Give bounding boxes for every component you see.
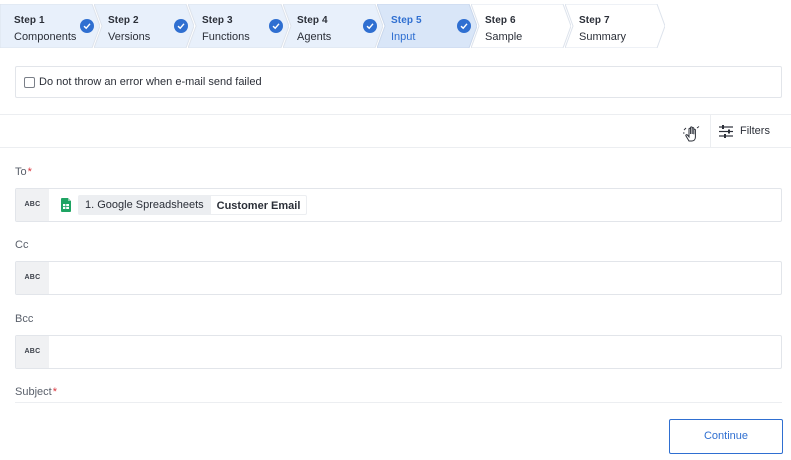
step-label: Input [391, 31, 416, 43]
filter-toolbar: Filters [0, 114, 791, 148]
subject-label: Subject* [15, 386, 57, 398]
step-versions[interactable]: Step 2 Versions [94, 4, 194, 48]
subject-field-edge [15, 402, 782, 403]
checkmark-icon [80, 19, 94, 33]
cc-label: Cc [15, 239, 29, 251]
step-number: Step 6 [485, 15, 516, 26]
chip-source: 1. Google Spreadsheets [78, 195, 211, 215]
options-card: Do not throw an error when e-mail send f… [15, 66, 782, 98]
step-label: Agents [297, 31, 332, 43]
step-label: Summary [579, 31, 627, 43]
to-field[interactable]: ABC 1. Google Spreadsheets Customer Emai… [15, 188, 782, 222]
no-throw-checkbox[interactable] [24, 77, 35, 88]
step-number: Step 7 [579, 15, 610, 26]
step-agents[interactable]: Step 4 Agents [283, 4, 383, 48]
toolbar-divider [710, 115, 711, 148]
mapped-value-chip[interactable]: 1. Google Spreadsheets Customer Email [61, 195, 308, 215]
step-components[interactable]: Step 1 Components [0, 4, 100, 48]
step-label: Functions [202, 31, 250, 43]
hand-pointer-icon[interactable] [682, 124, 702, 144]
required-mark: * [27, 166, 32, 178]
bcc-label: Bcc [15, 313, 34, 325]
text-type-badge: ABC [16, 262, 49, 294]
checkmark-icon [269, 19, 283, 33]
step-number: Step 5 [391, 15, 422, 26]
filters-button[interactable]: Filters [740, 125, 770, 137]
step-label: Components [14, 31, 77, 43]
cc-field[interactable]: ABC [15, 261, 782, 295]
to-label: To* [15, 166, 32, 178]
filter-sliders-icon[interactable] [719, 125, 733, 138]
step-label: Versions [108, 31, 151, 43]
step-input[interactable]: Step 5 Input [377, 4, 477, 48]
step-summary[interactable]: Step 7 Summary [565, 4, 665, 48]
subject-label-text: Subject [15, 386, 52, 398]
to-label-text: To [15, 166, 27, 178]
step-number: Step 4 [297, 15, 328, 26]
checkmark-icon [174, 19, 188, 33]
google-sheets-icon [61, 198, 71, 212]
no-throw-label[interactable]: Do not throw an error when e-mail send f… [39, 76, 262, 88]
wizard-stepper: Step 1 Components Step 2 Versions Step 3… [0, 0, 791, 48]
checkmark-icon [363, 19, 377, 33]
checkmark-icon [457, 19, 471, 33]
step-sample[interactable]: Step 6 Sample [471, 4, 571, 48]
text-type-badge: ABC [16, 189, 49, 221]
text-type-badge: ABC [16, 336, 49, 368]
chip-column: Customer Email [210, 195, 308, 215]
step-label: Sample [485, 31, 523, 43]
bcc-field[interactable]: ABC [15, 335, 782, 369]
continue-button[interactable]: Continue [669, 419, 783, 454]
required-mark: * [52, 386, 57, 398]
step-number: Step 3 [202, 15, 233, 26]
step-functions[interactable]: Step 3 Functions [188, 4, 289, 48]
step-number: Step 2 [108, 15, 139, 26]
step-number: Step 1 [14, 15, 45, 26]
